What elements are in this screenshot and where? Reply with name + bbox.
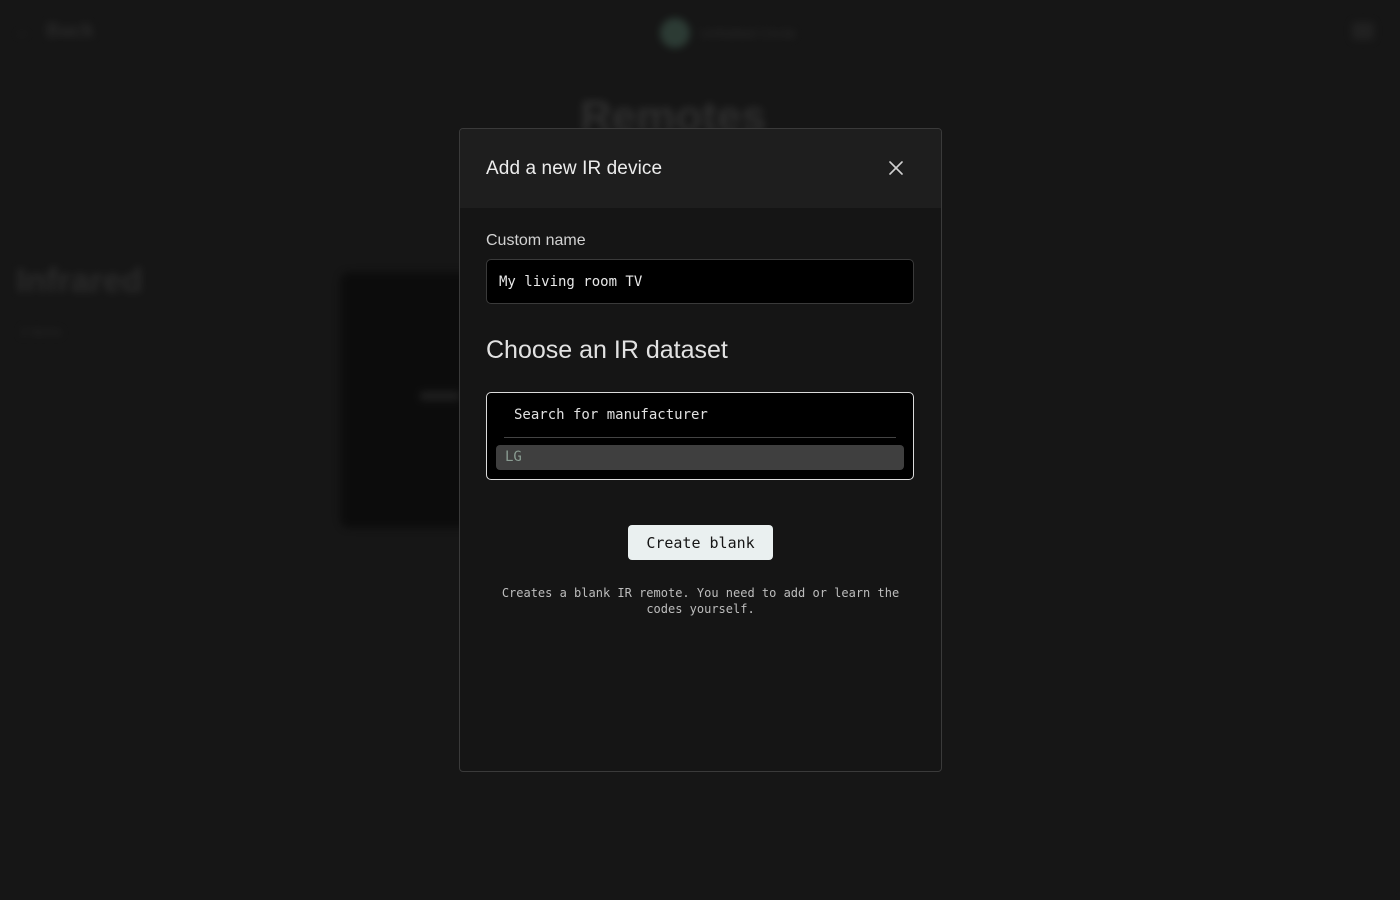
dialog-header: Add a new IR device (460, 129, 941, 208)
app-logo: Unfolded Circle (660, 18, 796, 48)
close-icon (889, 161, 903, 175)
manufacturer-combobox: LG (486, 392, 914, 480)
custom-name-label: Custom name (486, 232, 586, 249)
arrow-left-icon: ← (14, 21, 32, 41)
dialog-body: Custom name Choose an IR dataset LG Crea… (460, 208, 941, 641)
manufacturer-search-input[interactable] (504, 393, 896, 438)
menu-icon (1352, 22, 1374, 40)
add-ir-device-dialog: Add a new IR device Custom name Choose a… (459, 128, 942, 772)
create-blank-wrap: Create blank (486, 525, 915, 560)
close-button[interactable] (883, 155, 909, 181)
manufacturer-option[interactable]: LG (496, 445, 904, 470)
logo-text: Unfolded Circle (700, 25, 796, 41)
dialog-title: Add a new IR device (486, 157, 663, 179)
section-title: Infrared (16, 262, 143, 300)
section-subtitle: 2 items (20, 324, 62, 339)
create-blank-button[interactable]: Create blank (628, 525, 773, 560)
create-blank-help-text: Creates a blank IR remote. You need to a… (501, 586, 900, 616)
logo-icon (660, 18, 690, 48)
back-button: ← Back (14, 20, 94, 43)
back-label: Back (46, 20, 94, 42)
dataset-heading: Choose an IR dataset (486, 336, 728, 364)
custom-name-input[interactable] (486, 259, 914, 304)
